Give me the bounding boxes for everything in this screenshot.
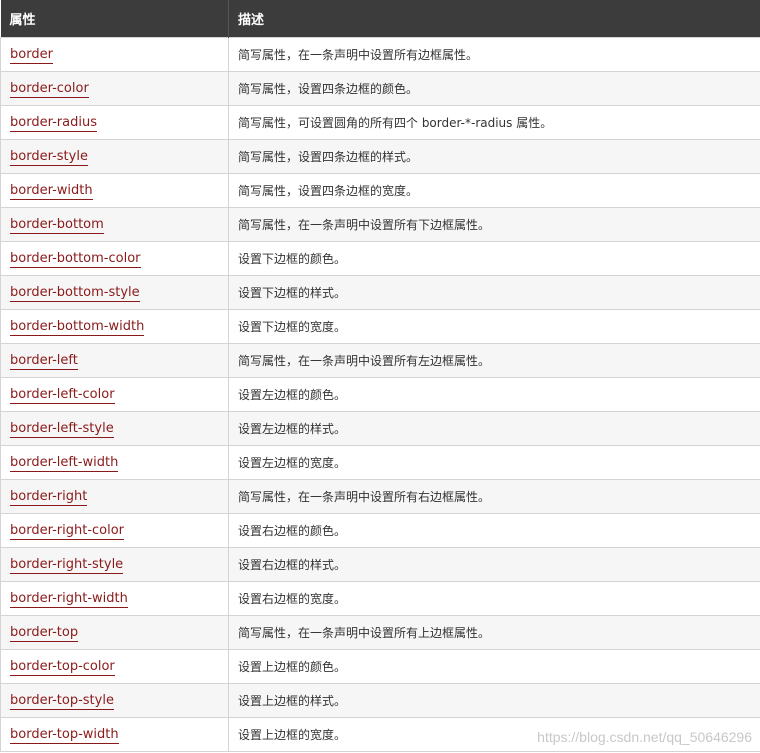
property-cell: border-top-color <box>0 648 229 684</box>
description-cell: 设置左边框的颜色。 <box>228 376 760 412</box>
description-cell: 简写属性，设置四条边框的颜色。 <box>228 70 760 106</box>
property-cell: border-bottom-color <box>0 240 229 276</box>
table-row: border-left-width 设置左边框的宽度。 <box>0 444 760 480</box>
table-row: border-top 简写属性，在一条声明中设置所有上边框属性。 <box>0 614 760 650</box>
table-row: border-top-color 设置上边框的颜色。 <box>0 648 760 684</box>
table-header: 属性 描述 <box>0 0 760 37</box>
table-row: border-bottom-width 设置下边框的宽度。 <box>0 308 760 344</box>
table-row: border-right-style 设置右边框的样式。 <box>0 546 760 582</box>
description-cell: 简写属性，在一条声明中设置所有边框属性。 <box>228 36 760 72</box>
table-row: border-style 简写属性，设置四条边框的样式。 <box>0 138 760 174</box>
property-link[interactable]: border-top-style <box>10 692 114 710</box>
table-row: border-color 简写属性，设置四条边框的颜色。 <box>0 70 760 106</box>
property-cell: border-right <box>0 478 229 514</box>
property-link[interactable]: border-width <box>10 182 93 200</box>
description-cell: 设置右边框的样式。 <box>228 546 760 582</box>
property-link[interactable]: border-radius <box>10 114 97 132</box>
table-row: border-left-color 设置左边框的颜色。 <box>0 376 760 412</box>
property-cell: border-left-style <box>0 410 229 446</box>
table-row: border-right-width 设置右边框的宽度。 <box>0 580 760 616</box>
header-property: 属性 <box>0 0 229 37</box>
property-cell: border-bottom <box>0 206 229 242</box>
property-cell: border-color <box>0 70 229 106</box>
description-cell: 简写属性，在一条声明中设置所有下边框属性。 <box>228 206 760 242</box>
property-cell: border-left <box>0 342 229 378</box>
table-row: border-left 简写属性，在一条声明中设置所有左边框属性。 <box>0 342 760 378</box>
property-link[interactable]: border-left-color <box>10 386 115 404</box>
description-cell: 简写属性，设置四条边框的宽度。 <box>228 172 760 208</box>
property-cell: border-style <box>0 138 229 174</box>
css-border-properties-table: 属性 描述 border 简写属性，在一条声明中设置所有边框属性。 border-c… <box>0 0 760 752</box>
table-row: border 简写属性，在一条声明中设置所有边框属性。 <box>0 36 760 72</box>
property-cell: border-radius <box>0 104 229 140</box>
property-link[interactable]: border-top-width <box>10 726 119 744</box>
header-row: 属性 描述 <box>0 0 760 37</box>
description-cell: 简写属性，在一条声明中设置所有上边框属性。 <box>228 614 760 650</box>
property-link[interactable]: border-bottom-style <box>10 284 140 302</box>
property-cell: border-top-style <box>0 682 229 718</box>
table-row: border-top-style 设置上边框的样式。 <box>0 682 760 718</box>
description-cell: 设置下边框的颜色。 <box>228 240 760 276</box>
property-link[interactable]: border-bottom-width <box>10 318 145 336</box>
description-cell: 简写属性，在一条声明中设置所有左边框属性。 <box>228 342 760 378</box>
property-cell: border-top-width <box>0 716 229 752</box>
description-cell: 设置左边框的样式。 <box>228 410 760 446</box>
watermark: https://blog.csdn.net/qq_50646296 <box>537 729 752 745</box>
table-row: border-width 简写属性，设置四条边框的宽度。 <box>0 172 760 208</box>
description-cell: 设置右边框的颜色。 <box>228 512 760 548</box>
description-cell: 设置上边框的颜色。 <box>228 648 760 684</box>
property-cell: border-right-color <box>0 512 229 548</box>
property-link[interactable]: border-right-style <box>10 556 124 574</box>
table-row: border-right-color 设置右边框的颜色。 <box>0 512 760 548</box>
property-cell: border-left-width <box>0 444 229 480</box>
description-cell: 设置下边框的宽度。 <box>228 308 760 344</box>
property-link[interactable]: border-right <box>10 488 88 506</box>
property-link[interactable]: border-top-color <box>10 658 115 676</box>
property-link[interactable]: border-top <box>10 624 79 642</box>
property-link[interactable]: border-right-color <box>10 522 125 540</box>
property-link[interactable]: border-right-width <box>10 590 128 608</box>
property-link[interactable]: border-left-width <box>10 454 119 472</box>
property-cell: border-width <box>0 172 229 208</box>
table-row: border-right 简写属性，在一条声明中设置所有右边框属性。 <box>0 478 760 514</box>
table-row: border-bottom-color 设置下边框的颜色。 <box>0 240 760 276</box>
description-cell: 简写属性，在一条声明中设置所有右边框属性。 <box>228 478 760 514</box>
property-cell: border <box>0 36 229 72</box>
property-link[interactable]: border-left-style <box>10 420 114 438</box>
table-row: border-left-style 设置左边框的样式。 <box>0 410 760 446</box>
table-body: border 简写属性，在一条声明中设置所有边框属性。 border-color 简写… <box>0 36 760 752</box>
description-cell: 设置上边框的样式。 <box>228 682 760 718</box>
description-cell: 设置下边框的样式。 <box>228 274 760 310</box>
property-cell: border-bottom-style <box>0 274 229 310</box>
table-row: border-bottom-style 设置下边框的样式。 <box>0 274 760 310</box>
description-cell: 简写属性，可设置圆角的所有四个 border-*-radius 属性。 <box>228 104 760 140</box>
property-cell: border-right-width <box>0 580 229 616</box>
property-link[interactable]: border-left <box>10 352 78 370</box>
property-cell: border-bottom-width <box>0 308 229 344</box>
property-link[interactable]: border-bottom <box>10 216 104 234</box>
header-description: 描述 <box>228 0 760 37</box>
property-link[interactable]: border-style <box>10 148 88 166</box>
description-cell: 简写属性，设置四条边框的样式。 <box>228 138 760 174</box>
property-link[interactable]: border <box>10 46 53 64</box>
table-row: border-bottom 简写属性，在一条声明中设置所有下边框属性。 <box>0 206 760 242</box>
table-row: border-radius 简写属性，可设置圆角的所有四个 border-*-ra… <box>0 104 760 140</box>
property-link[interactable]: border-bottom-color <box>10 250 141 268</box>
property-cell: border-top <box>0 614 229 650</box>
description-cell: 设置左边框的宽度。 <box>228 444 760 480</box>
property-cell: border-right-style <box>0 546 229 582</box>
property-cell: border-left-color <box>0 376 229 412</box>
description-cell: 设置右边框的宽度。 <box>228 580 760 616</box>
property-link[interactable]: border-color <box>10 80 89 98</box>
